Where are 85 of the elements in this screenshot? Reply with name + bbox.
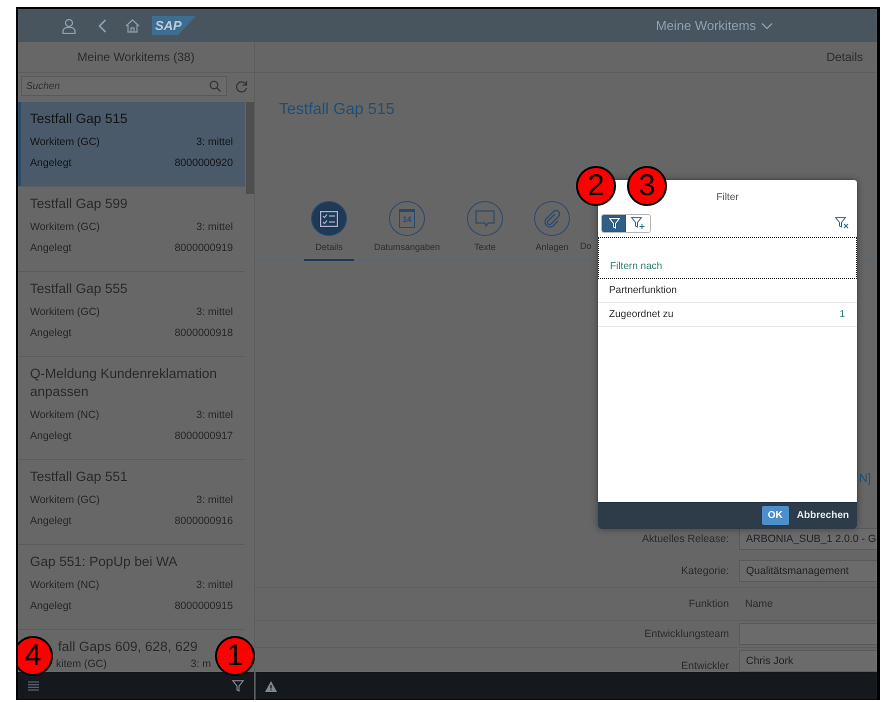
search-field[interactable]: Suchen (21, 76, 227, 96)
back-icon[interactable] (98, 18, 107, 32)
item-title: Testfall Gap 551 (30, 468, 129, 486)
item-number: 8000000917 (174, 429, 233, 444)
filter-toggle[interactable] (602, 214, 626, 232)
icon-tab[interactable]: Details (304, 201, 354, 261)
item-priority: 3: mittel (196, 135, 233, 150)
item-title: Testfall Gap 599 (30, 195, 129, 213)
link-text[interactable]: N] (859, 471, 871, 485)
item-title: fall Gaps 609, 628, 629 (58, 639, 198, 654)
item-title: Testfall Gap 555 (30, 280, 129, 298)
scrollbar[interactable] (246, 102, 254, 194)
speech-bubble-icon (475, 210, 496, 228)
value-field[interactable]: Qualitätsmanagement (739, 560, 877, 582)
workitem-list-item[interactable]: Gap 551: PopUp bei WA Workitem (NC) 3: mittel Angelegt 8000000915 (18, 545, 245, 630)
item-number: 8000000916 (174, 514, 233, 529)
item-status: Angelegt (30, 156, 72, 171)
item-status: Angelegt (30, 599, 72, 614)
warning-icon[interactable] (265, 680, 277, 692)
paperclip-icon (543, 208, 562, 228)
master-title: Meine Workitems (38) (77, 50, 195, 64)
detail-header: Details (826, 50, 863, 64)
icon-tab[interactable]: Anlagen (527, 201, 578, 261)
workitem-list-item[interactable]: Testfall Gap 555 Workitem (GC) 3: mittel Angelegt 8000000918 (18, 272, 245, 357)
item-title: Gap 551: PopUp bei WA (30, 553, 178, 571)
search-icon[interactable] (209, 80, 221, 92)
field-label: Kategorie: (680, 565, 730, 577)
workitem-list-item[interactable]: Testfall Gap 599 Workitem (GC) 3: mittel Angelegt 8000000919 (18, 187, 245, 272)
value-field[interactable]: ARBONIA_SUB_1 2.0.0 - G (739, 528, 877, 550)
item-type: Workitem (NC) (30, 578, 100, 593)
item-number: 8000000918 (174, 326, 233, 341)
item-status: Angelegt (30, 326, 72, 341)
item-type: kitem (GC) (56, 658, 107, 671)
cancel-button[interactable]: Abbrechen (796, 510, 849, 521)
column-header: Name (744, 598, 774, 610)
item-priority: 3: mittel (196, 493, 233, 508)
filter-add-icon (631, 217, 645, 229)
chevron-down-icon[interactable] (761, 22, 773, 30)
filter-icon[interactable] (232, 680, 244, 692)
group-header: Filtern nach (610, 261, 662, 272)
name-field[interactable]: Chris Jork (739, 650, 877, 672)
item-number: 8000000920 (174, 156, 233, 171)
calendar-icon: 14 (399, 209, 416, 228)
item-type: Workitem (NC) (30, 408, 100, 423)
filter-icon (608, 218, 620, 228)
item-status: Angelegt (30, 241, 72, 256)
column-header: Funktion (688, 598, 730, 610)
workitem-list-item[interactable]: Testfall Gap 551 Workitem (GC) 3: mittel Angelegt 8000000916 (18, 460, 245, 545)
workitem-list-item[interactable]: Testfall Gap 515 Workitem (GC) 3: mittel Angelegt 8000000920 (18, 102, 245, 187)
list-icon[interactable] (28, 681, 39, 691)
field-label: Aktuelles Release: (641, 533, 730, 545)
workitem-list-item[interactable]: Q-Meldung Kundenreklamation anpassen Workitem (NC) 3: mittel Angelegt 8000000917 (18, 357, 245, 460)
checklist-icon (320, 210, 338, 226)
role-label: Entwickler (680, 660, 730, 672)
item-type: Workitem (GC) (30, 220, 100, 235)
item-title: Q-Meldung Kundenreklamation anpassen (30, 365, 218, 401)
item-number: 8000000915 (174, 599, 233, 614)
item-priority: 3: mittel (196, 578, 233, 593)
filter-list-item[interactable]: Zugeordnet zu 1 (598, 303, 857, 327)
logo[interactable]: SAP (152, 16, 196, 35)
icon-tab[interactable]: Do (580, 241, 592, 260)
clear-filter-icon[interactable] (835, 217, 849, 229)
refresh-icon[interactable] (235, 80, 248, 92)
app-title-menu[interactable]: Meine Workitems (656, 18, 773, 33)
icon-tab[interactable]: 14 Datumsangaben (371, 201, 444, 261)
dialog-title: Filter (716, 192, 739, 202)
icon-tab[interactable]: Texte (460, 201, 510, 261)
item-number: 8000000919 (174, 241, 233, 256)
item-type: Workitem (GC) (30, 135, 100, 150)
object-title: Testfall Gap 515 (278, 100, 396, 120)
home-icon[interactable] (125, 18, 140, 32)
item-priority: 3: mittel (196, 408, 233, 423)
role-label: Entwicklungsteam (643, 628, 730, 640)
name-field[interactable] (739, 623, 877, 645)
item-status: Angelegt (30, 429, 72, 444)
item-title: Testfall Gap 515 (30, 110, 129, 128)
item-type: Workitem (GC) (30, 493, 100, 508)
item-priority: 3: m (190, 658, 211, 671)
item-status: Angelegt (30, 514, 72, 529)
ok-button[interactable]: OK (762, 506, 789, 525)
user-icon[interactable] (62, 18, 76, 34)
item-priority: 3: mittel (196, 220, 233, 235)
filter-list-item[interactable]: Partnerfunktion (598, 279, 857, 303)
item-priority: 3: mittel (196, 305, 233, 320)
item-type: Workitem (GC) (30, 305, 100, 320)
